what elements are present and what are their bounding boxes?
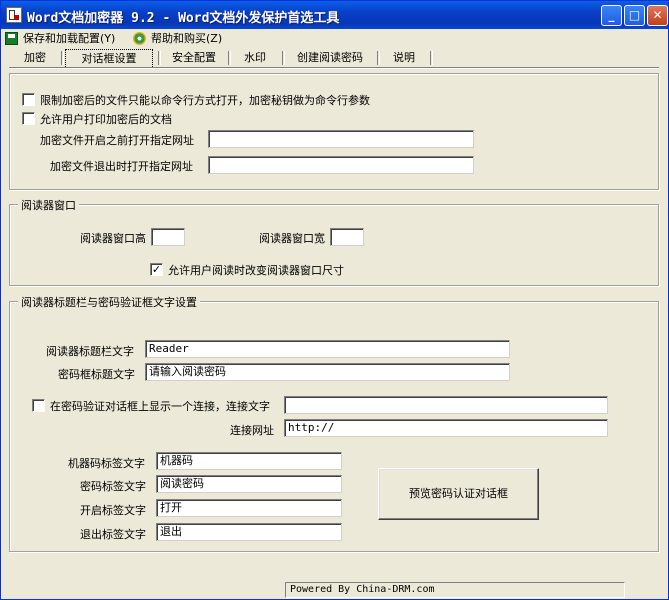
menu-help-label: 帮助和购买(Z) bbox=[151, 32, 223, 45]
close-button[interactable]: ✕ bbox=[647, 5, 668, 26]
menu-help-buy[interactable]: 帮助和购买(Z) bbox=[133, 30, 222, 46]
pwd-title-label: 密码框标题文字 bbox=[58, 368, 135, 381]
machine-code-input[interactable]: 机器码 bbox=[156, 452, 342, 470]
allow-resize-label: 允许用户阅读时改变阅读器窗口尺寸 bbox=[168, 264, 344, 277]
allow-resize-checkbox[interactable]: ✓ bbox=[150, 263, 163, 276]
minimize-button[interactable]: _ bbox=[601, 5, 622, 26]
status-bar: Powered By China-DRM.com bbox=[1, 581, 668, 599]
maximize-button[interactable]: □ bbox=[624, 5, 645, 26]
main-window: Word文档加密器 9.2 - Word文档外发保护首选工具 _ □ ✕ 保存和… bbox=[0, 0, 669, 600]
exit-url-input[interactable] bbox=[208, 156, 474, 174]
menu-save-label: 保存和加载配置(Y) bbox=[23, 32, 116, 45]
title-settings-group: 阅读器标题栏与密码验证框文字设置 阅读器标题栏文字 Reader 密码框标题文字… bbox=[9, 294, 659, 552]
title-bar[interactable]: Word文档加密器 9.2 - Word文档外发保护首选工具 _ □ ✕ bbox=[1, 1, 668, 29]
reader-width-input[interactable] bbox=[330, 228, 364, 246]
allow-print-checkbox[interactable] bbox=[22, 112, 35, 125]
tab-separator bbox=[158, 51, 161, 65]
machine-code-label: 机器码标签文字 bbox=[68, 457, 145, 470]
app-icon[interactable] bbox=[6, 7, 22, 23]
tab-separator bbox=[228, 51, 231, 65]
tab-divider bbox=[9, 67, 659, 69]
restrict-cmdline-label: 限制加密后的文件只能以命令行方式打开，加密秘钥做为命令行参数 bbox=[40, 94, 370, 107]
open-label-input[interactable]: 打开 bbox=[156, 499, 342, 517]
exit-url-label: 加密文件退出时打开指定网址 bbox=[50, 160, 193, 173]
title-settings-group-title: 阅读器标题栏与密码验证框文字设置 bbox=[18, 294, 200, 310]
open-url-input[interactable] bbox=[208, 130, 474, 148]
tab-security-config[interactable]: 安全配置 bbox=[165, 49, 223, 67]
options-group: 限制加密后的文件只能以命令行方式打开，加密秘钥做为命令行参数 允许用户打印加密后… bbox=[9, 73, 659, 190]
tab-help[interactable]: 说明 bbox=[384, 49, 424, 67]
tab-separator bbox=[377, 51, 380, 65]
open-url-label: 加密文件开启之前打开指定网址 bbox=[40, 134, 194, 147]
pwd-title-input[interactable]: 请输入阅读密码 bbox=[145, 363, 510, 381]
show-link-label: 在密码验证对话框上显示一个连接，连接文字 bbox=[50, 400, 270, 413]
exit-label-label: 退出标签文字 bbox=[80, 528, 146, 541]
save-icon bbox=[5, 31, 18, 45]
menu-save-config[interactable]: 保存和加载配置(Y) bbox=[5, 30, 115, 46]
tab-separator bbox=[282, 51, 285, 65]
exit-label-input[interactable]: 退出 bbox=[156, 523, 342, 541]
reader-title-input[interactable]: Reader bbox=[145, 340, 510, 358]
tab-separator bbox=[430, 51, 433, 65]
restrict-cmdline-checkbox[interactable] bbox=[22, 93, 35, 106]
tab-create-password[interactable]: 创建阅读密码 bbox=[289, 49, 371, 67]
help-icon bbox=[133, 31, 146, 45]
reader-window-group-title: 阅读器窗口 bbox=[18, 197, 79, 213]
allow-print-label: 允许用户打印加密后的文档 bbox=[40, 113, 172, 126]
reader-window-group: 阅读器窗口 阅读器窗口高 阅读器窗口宽 ✓ 允许用户阅读时改变阅读器窗口尺寸 bbox=[9, 197, 659, 286]
tab-separator bbox=[61, 51, 64, 65]
tab-encrypt[interactable]: 加密 bbox=[13, 49, 57, 67]
open-label-label: 开启标签文字 bbox=[80, 504, 146, 517]
show-link-checkbox[interactable] bbox=[32, 399, 45, 412]
show-link-text-input[interactable] bbox=[284, 396, 608, 414]
menu-bar: 保存和加载配置(Y) 帮助和购买(Z) bbox=[1, 29, 668, 47]
window-title: Word文档加密器 9.2 - Word文档外发保护首选工具 bbox=[27, 11, 340, 26]
link-url-label: 连接网址 bbox=[230, 424, 274, 437]
status-powered-by: Powered By China-DRM.com bbox=[285, 582, 625, 598]
reader-height-input[interactable] bbox=[151, 228, 185, 246]
pwd-label-input[interactable]: 阅读密码 bbox=[156, 475, 342, 493]
preview-dialog-button[interactable]: 预览密码认证对话框 bbox=[378, 468, 539, 520]
reader-title-label: 阅读器标题栏文字 bbox=[46, 345, 134, 358]
reader-width-label: 阅读器窗口宽 bbox=[259, 232, 325, 245]
tab-watermark[interactable]: 水印 bbox=[235, 49, 275, 67]
reader-height-label: 阅读器窗口高 bbox=[80, 232, 146, 245]
link-url-input[interactable]: http:// bbox=[284, 419, 608, 437]
tab-dialog-settings[interactable]: 对话框设置 bbox=[65, 49, 153, 67]
pwd-label-label: 密码标签文字 bbox=[80, 480, 146, 493]
